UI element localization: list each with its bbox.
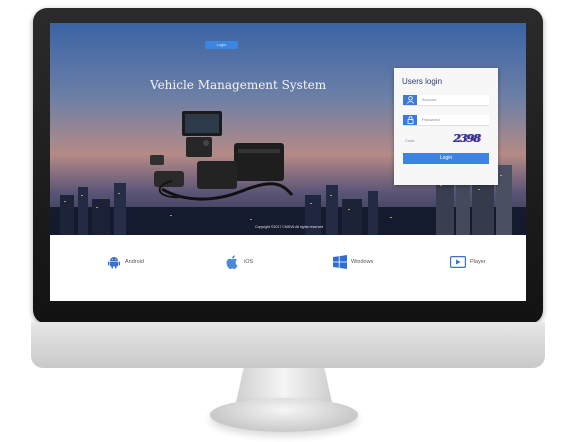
- login-button[interactable]: Login: [403, 153, 489, 164]
- copyright-text: Copyright ©2017 CMSV6 All rights reserve…: [255, 225, 324, 229]
- player-icon: [450, 256, 466, 268]
- page-title: Vehicle Management System: [150, 78, 327, 92]
- lock-icon: [403, 115, 417, 125]
- account-placeholder: Account: [422, 97, 437, 102]
- login-title: Users login: [402, 77, 443, 86]
- user-icon: [403, 95, 417, 105]
- password-placeholder: Password: [422, 117, 440, 122]
- captcha-field-label: Code: [405, 138, 415, 143]
- hero-banner: Login Vehicle Management System Users lo…: [50, 23, 526, 235]
- captcha-image[interactable]: 2398: [453, 132, 489, 146]
- monitor-base: [210, 398, 358, 432]
- download-android-label: Android: [125, 259, 144, 265]
- download-ios[interactable]: iOS: [226, 255, 253, 269]
- android-icon: [108, 257, 120, 269]
- monitor-stand: [236, 368, 332, 402]
- screen: Login Vehicle Management System Users lo…: [50, 23, 526, 301]
- login-panel: Users login Account Password Code 2398 L…: [394, 68, 498, 185]
- download-player[interactable]: Player: [450, 255, 486, 269]
- top-login-button[interactable]: Login: [205, 41, 238, 49]
- windows-icon: [333, 255, 347, 269]
- download-android[interactable]: Android: [107, 255, 144, 269]
- account-field[interactable]: Account: [403, 95, 489, 106]
- apple-icon: [226, 255, 238, 269]
- vehicle-devices-image: [150, 111, 294, 201]
- password-field[interactable]: Password: [403, 115, 489, 126]
- download-windows-label: Windows: [351, 259, 374, 265]
- monitor-chin: [31, 322, 545, 368]
- download-windows[interactable]: Windows: [333, 255, 373, 269]
- download-bar: Android iOS Windows Player: [50, 235, 526, 301]
- download-player-label: Player: [470, 259, 486, 265]
- download-ios-label: iOS: [244, 259, 254, 265]
